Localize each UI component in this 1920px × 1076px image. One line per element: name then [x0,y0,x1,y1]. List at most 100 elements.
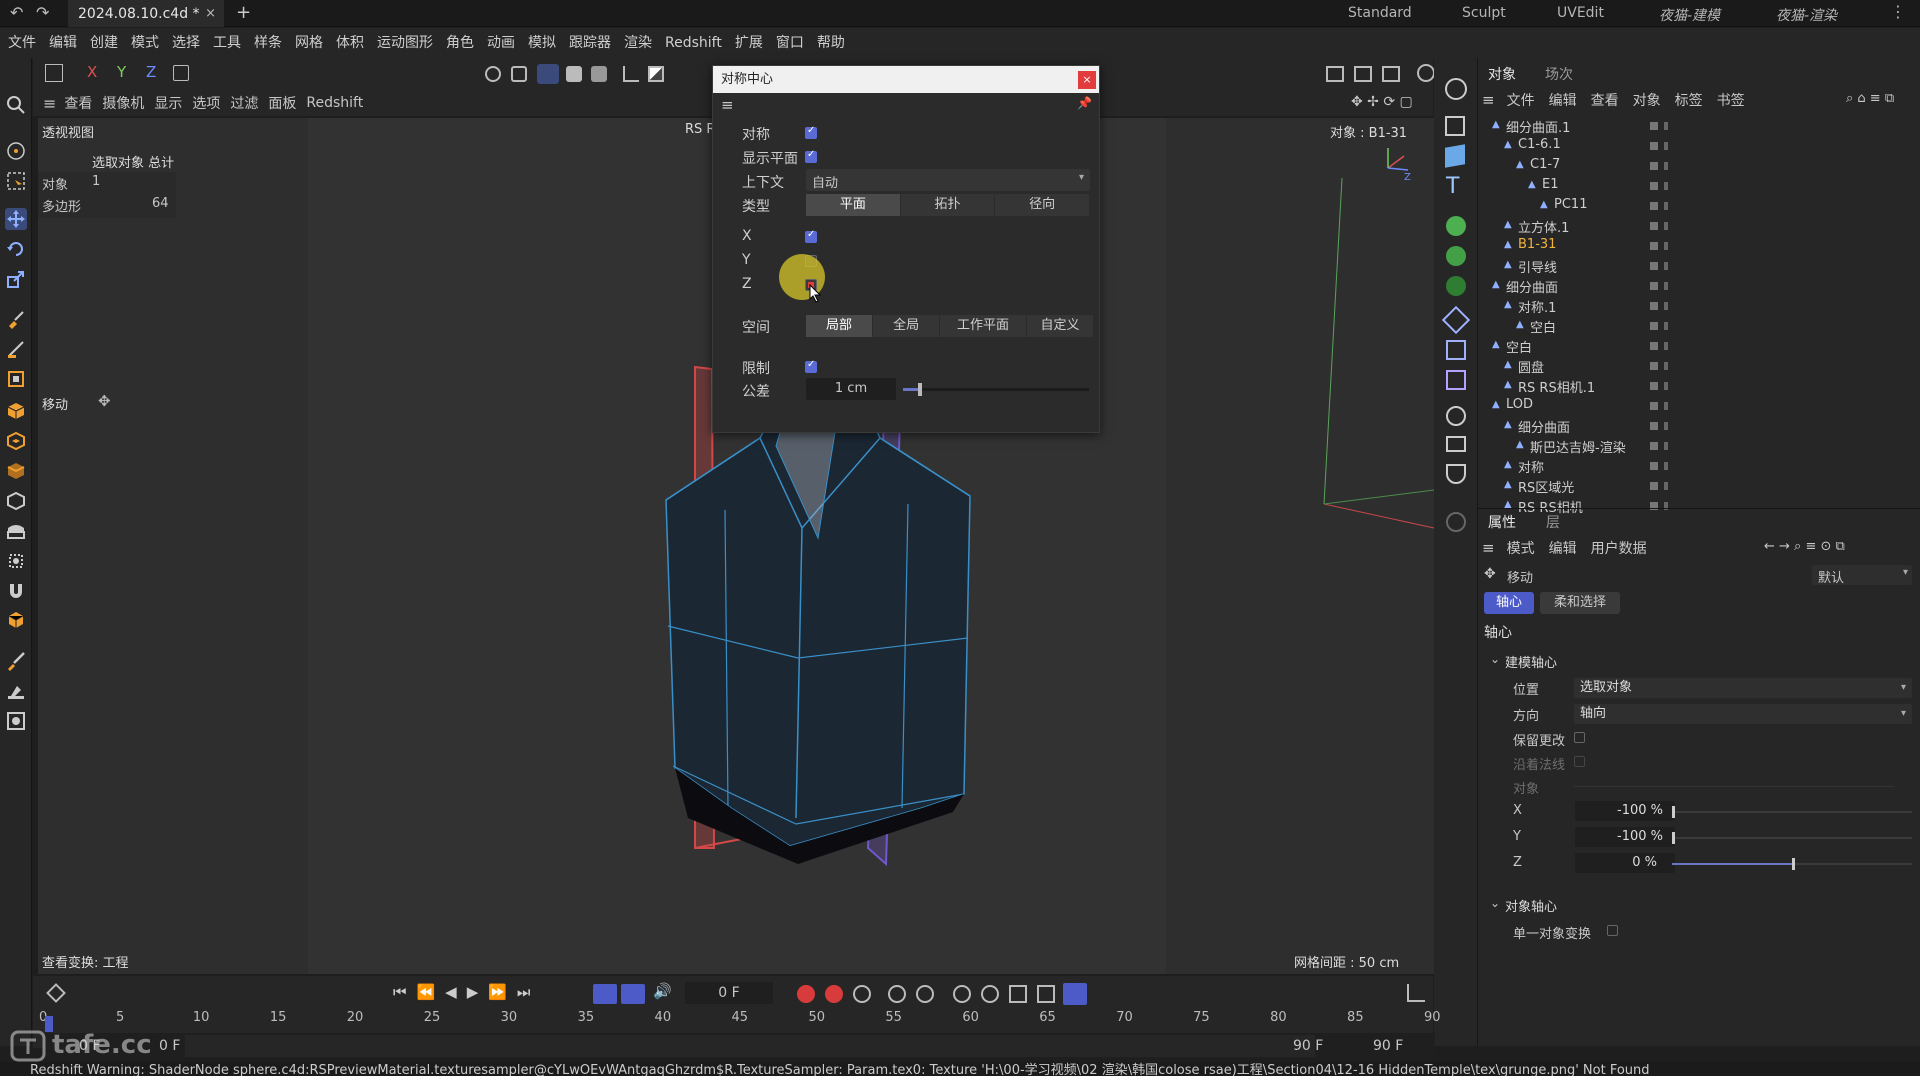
visibility-flags-icon[interactable] [1650,279,1680,291]
visibility-flags-icon[interactable] [1650,139,1680,151]
visibility-flags-icon[interactable] [1650,439,1680,451]
object-tree-row[interactable]: ▲ RS RS相机.1 [1484,375,1920,396]
axis-y-lock-icon[interactable]: Y [117,63,126,81]
object-tree-row[interactable]: ▲ 细分曲面.1 [1484,115,1920,136]
visibility-flags-icon[interactable] [1650,199,1680,211]
effector-icon[interactable] [1446,276,1466,296]
polygon-pen-icon[interactable] [5,368,27,390]
camera-icon[interactable] [1446,436,1466,452]
dialog-close-button[interactable]: × [1078,71,1096,89]
subdivision-icon[interactable] [1445,78,1467,100]
tab-attributes[interactable]: 属性 [1488,512,1516,532]
text-icon[interactable]: T [1446,174,1459,199]
playback-controls[interactable]: ⏮⏪◀▶⏩⏭ [393,983,540,1001]
timeline-ruler[interactable]: 0 5 10 15 20 25 30 35 40 45 50 55 60 65 70 75 80 85 90 [39,1010,1441,1032]
undo-icon[interactable]: ↶ [10,3,23,22]
menu-extensions[interactable]: 扩展 [735,28,763,58]
objects-menu-view[interactable]: 查看 [1591,90,1619,110]
deformer-icon[interactable] [1441,305,1471,335]
key-scale-icon[interactable] [1009,985,1027,1003]
axis-z-lock-icon[interactable]: Z [146,63,156,81]
dialog-titlebar[interactable]: 对称中心 × [713,66,1099,93]
workspace-uvedit[interactable]: UVEdit [1557,5,1604,21]
points-mode-icon[interactable] [485,66,501,82]
objects-menu-tags[interactable]: 标签 [1675,90,1703,110]
object-tree-row[interactable]: ▲ C1-7 [1484,155,1920,175]
object-tree-row[interactable]: ▲ LOD [1484,395,1920,415]
menu-animate[interactable]: 动画 [487,28,515,58]
menu-mograph[interactable]: 运动图形 [377,28,433,58]
brush-icon[interactable] [5,308,27,330]
tab-takes[interactable]: 场次 [1545,64,1573,84]
menu-tracker[interactable]: 跟踪器 [569,28,611,58]
range-bar[interactable]: 0 F 0 F 90 F 90 F [45,1033,1435,1059]
close-tab-icon[interactable]: × [205,6,216,21]
viewport-menu-cameras[interactable]: 摄像机 [102,93,144,113]
more-menu-icon[interactable]: ⋮ [1890,2,1906,21]
objects-search-icon[interactable]: ⌕ ⌂ ≡ ⧉ [1846,91,1894,106]
cube-group-icon[interactable] [5,610,27,632]
menu-help[interactable]: 帮助 [817,28,845,58]
search-icon[interactable] [5,94,27,116]
attributes-hamburger-icon[interactable]: ≡ [1482,539,1495,557]
render-view-icon[interactable] [5,710,27,732]
subtab-axis[interactable]: 轴心 [1484,592,1534,614]
menu-tools[interactable]: 工具 [213,28,241,58]
dialog-menu-icon[interactable]: ≡ [721,96,734,114]
generator-icon[interactable] [1446,216,1466,236]
menu-file[interactable]: 文件 [8,28,36,58]
visibility-flags-icon[interactable] [1650,119,1680,131]
preset-select[interactable]: 默认 ▾ [1812,565,1912,586]
texture-mode-icon[interactable] [591,66,607,82]
x-scale-input[interactable]: -100 % [1575,801,1675,821]
object-tree-row[interactable]: ▲ 立方体.1 [1484,215,1920,236]
viewport-menu-redshift[interactable]: Redshift [306,95,363,111]
move-tool-icon[interactable] [5,208,27,230]
viewport-menu-filter[interactable]: 过滤 [230,93,258,113]
autokey-icon[interactable] [825,985,843,1003]
direction-select[interactable]: 轴向 ▾ [1574,704,1912,724]
menu-mode[interactable]: 模式 [131,28,159,58]
visibility-flags-icon[interactable] [1650,379,1680,391]
new-tab-button[interactable]: + [236,2,251,23]
object-axis-group[interactable]: 对象轴心 [1505,896,1557,915]
z-scale-input[interactable]: 0 % [1575,853,1675,873]
show-plane-checkbox[interactable] [805,149,817,163]
motion-play-icon[interactable] [916,985,934,1003]
range-end-a[interactable]: 90 F [1293,1038,1323,1054]
key-settings-icon[interactable] [853,985,871,1003]
hamburger-icon[interactable]: ≡ [43,94,56,113]
key-position-icon[interactable] [953,985,971,1003]
objects-menu-bookmarks[interactable]: 书签 [1717,90,1745,110]
attributes-menu-userdata[interactable]: 用户数据 [1591,538,1647,558]
type-option-plane[interactable]: 平面 [806,194,901,216]
z-scale-slider[interactable] [1672,858,1912,870]
object-tree-row[interactable]: ▲ 斯巴达吉姆-渲染 [1484,435,1920,456]
workspace-render[interactable]: 夜猫-渲染 [1776,5,1837,25]
menu-volume[interactable]: 体积 [336,28,364,58]
symmetry-checkbox[interactable] [805,125,817,139]
tolerance-input[interactable]: 1 cm [806,378,896,400]
scale-tool-icon[interactable] [5,268,27,290]
object-tree-row[interactable]: ▲ 空白 [1484,315,1920,336]
viewport-menu-view[interactable]: 查看 [64,93,92,113]
x-axis-checkbox[interactable] [805,229,817,243]
extrude-icon[interactable] [5,400,27,422]
space-option-custom[interactable]: 自定义 [1027,315,1094,337]
object-tree-row[interactable]: ▲ RS区域光 [1484,475,1920,496]
viewport-menu-display[interactable]: 显示 [154,93,182,113]
keyframe-icon[interactable] [46,983,66,1003]
field-icon[interactable] [1446,370,1466,390]
loop-cut-icon[interactable] [5,520,27,542]
snap-icon[interactable] [648,66,664,82]
menu-select[interactable]: 选择 [172,28,200,58]
knife-icon[interactable] [5,338,27,360]
visibility-flags-icon[interactable] [1650,259,1680,271]
box-select-icon[interactable] [5,170,27,192]
x-scale-slider[interactable] [1672,806,1912,818]
null-icon[interactable] [1446,340,1466,360]
context-select[interactable]: 自动 ▾ [806,169,1090,191]
object-tree-row[interactable]: ▲ 细分曲面 [1484,415,1920,436]
key-param-icon[interactable] [1037,985,1055,1003]
attributes-nav-icons[interactable]: ← → ⌕ ≡ ⊙ ⧉ [1764,539,1845,554]
